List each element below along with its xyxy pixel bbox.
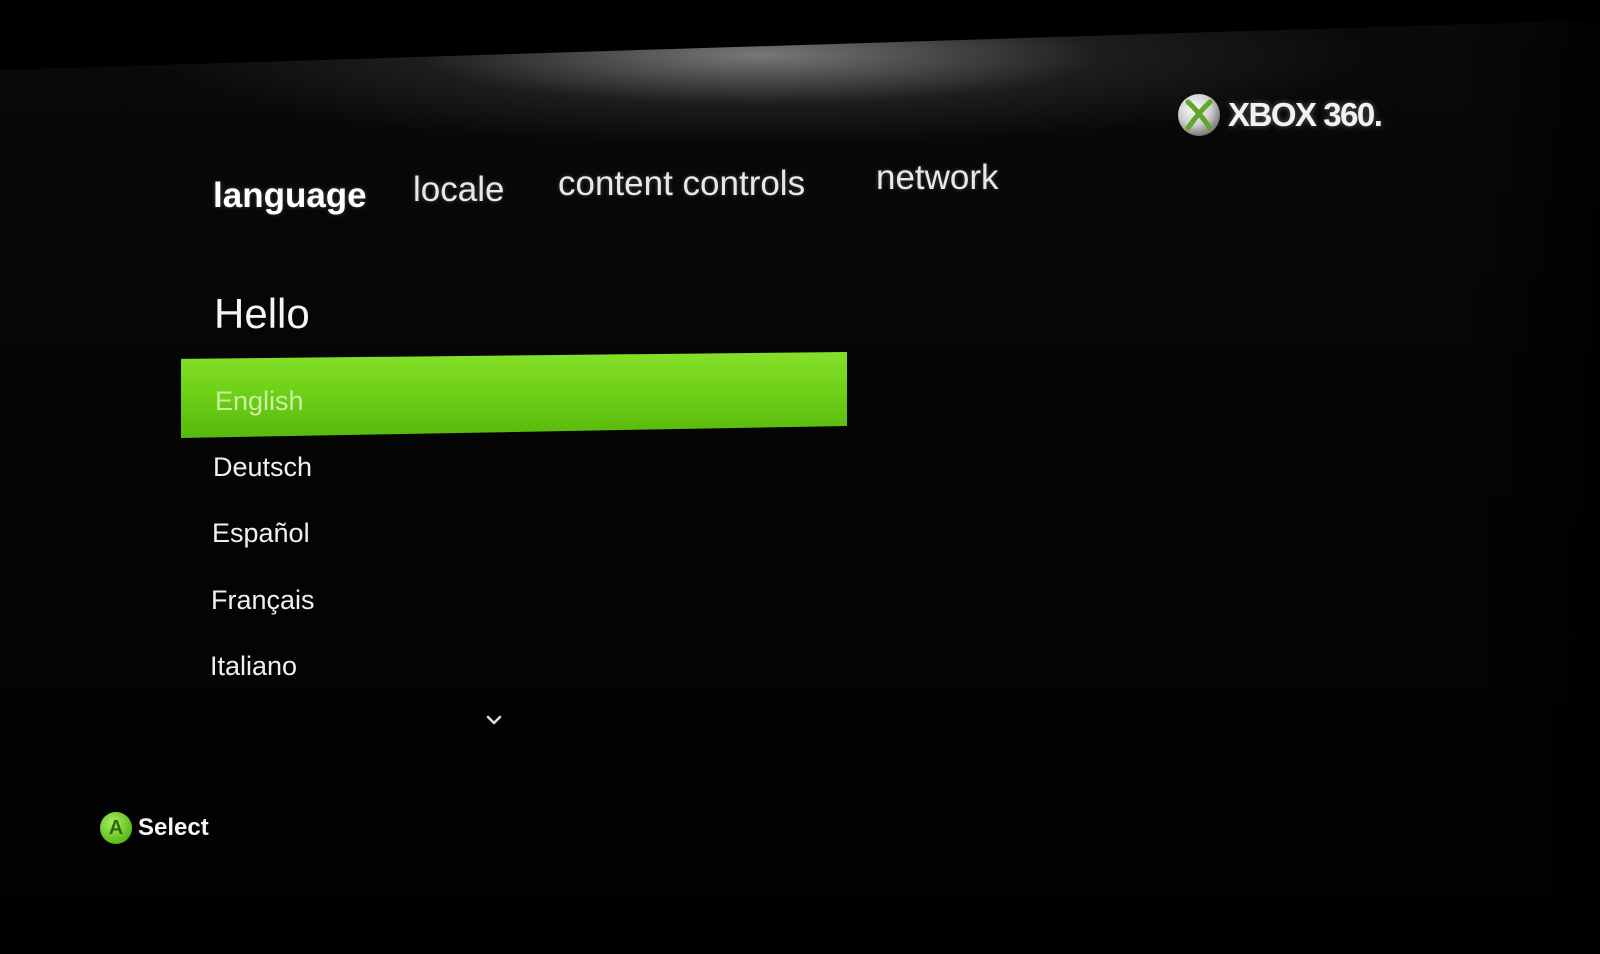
tab-network[interactable]: network — [876, 158, 999, 198]
tab-content-controls[interactable]: content controls — [558, 164, 805, 204]
screen-bottom-shade — [0, 864, 1600, 954]
chevron-down-icon[interactable] — [484, 712, 504, 728]
page-heading: Hello — [214, 290, 310, 337]
language-item-francais[interactable]: Français — [211, 585, 315, 616]
tab-locale[interactable]: locale — [413, 170, 504, 210]
language-item-english[interactable]: English — [215, 386, 304, 417]
footer-select-hint[interactable]: A Select — [100, 812, 209, 844]
a-button-icon: A — [100, 812, 132, 844]
language-item-italiano[interactable]: Italiano — [210, 651, 297, 682]
tab-language[interactable]: language — [213, 176, 367, 216]
tv-screen: XBOX 360. language locale content contro… — [0, 0, 1600, 954]
select-label: Select — [138, 814, 209, 841]
language-item-deutsch[interactable]: Deutsch — [213, 452, 312, 483]
screen-edge-shade — [1460, 0, 1600, 954]
language-item-espanol[interactable]: Español — [212, 518, 310, 549]
